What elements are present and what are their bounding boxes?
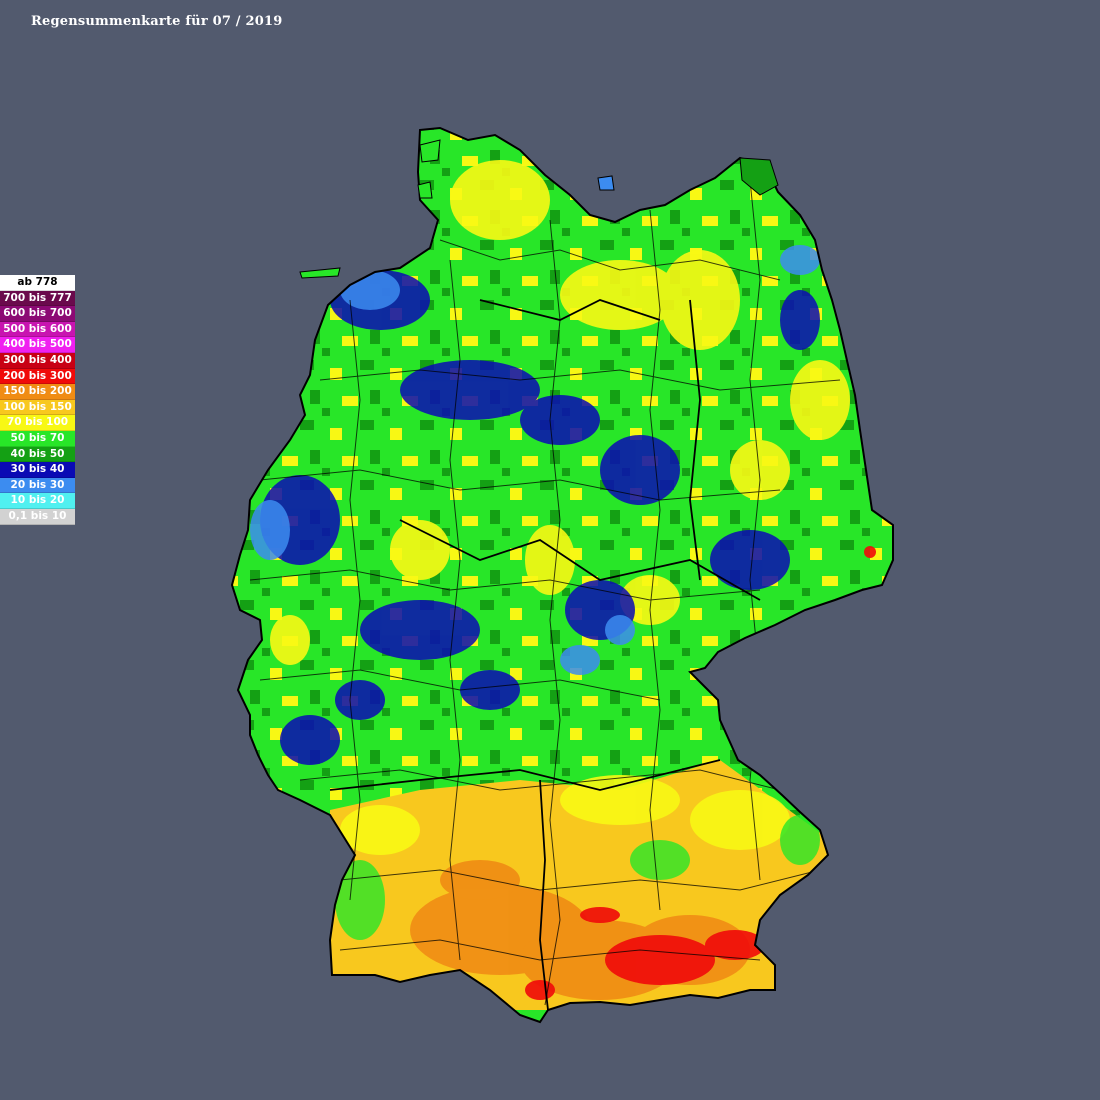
germany-precipitation-map bbox=[0, 0, 1100, 1100]
precipitation-field bbox=[232, 128, 893, 1022]
map-svg bbox=[231, 127, 894, 1023]
